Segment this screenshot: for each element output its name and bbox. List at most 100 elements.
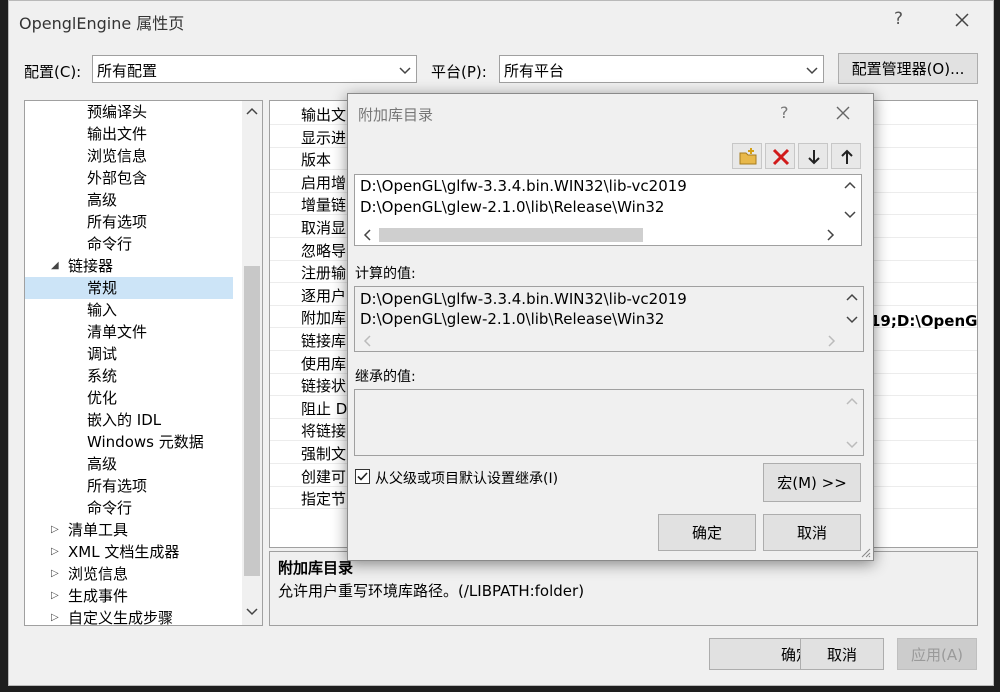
tree-item[interactable]: ▷ 生成事件 — [25, 585, 233, 607]
tree-item-label: 自定义生成步骤 — [68, 609, 174, 626]
tree-item[interactable]: 优化 — [25, 387, 233, 409]
apply-button[interactable]: 应用(A) — [897, 638, 977, 670]
expand-icon[interactable]: ▷ — [51, 585, 65, 607]
tree-item[interactable]: 系统 — [25, 365, 233, 387]
computed-hscrollbar[interactable] — [355, 331, 863, 351]
computed-vscrollbar[interactable] — [843, 289, 861, 329]
tree-item[interactable]: 浏览信息 — [25, 145, 233, 167]
platform-combo[interactable]: 所有平台 — [499, 55, 824, 83]
tree-item-label: 高级 — [87, 455, 118, 473]
delete-line-button[interactable] — [765, 143, 795, 169]
tree-item[interactable]: Windows 元数据 — [25, 431, 233, 453]
dialog-cancel-button[interactable]: 取消 — [763, 514, 861, 551]
inherit-checkbox-label[interactable]: 从父级或项目默认设置继承(I) — [375, 468, 558, 488]
property-name: 取消显 — [301, 219, 347, 237]
property-name: 忽略导 — [301, 241, 347, 260]
inherited-values — [354, 389, 864, 456]
close-button[interactable] — [949, 7, 975, 33]
tree-item[interactable]: 高级 — [25, 189, 233, 211]
tree-item[interactable]: 嵌入的 IDL — [25, 409, 233, 431]
expand-icon[interactable]: ▷ — [51, 519, 65, 541]
property-name: 指定节 — [301, 490, 347, 509]
property-value[interactable]: 19;D:\OpenGL — [870, 312, 977, 330]
tree-item[interactable]: ▷ 自定义生成步骤 — [25, 607, 233, 626]
tree-item-label: 命令行 — [87, 235, 133, 253]
scroll-down-icon — [846, 441, 858, 449]
list-hscrollbar[interactable] — [355, 225, 861, 245]
config-manager-button[interactable]: 配置管理器(O)... — [838, 53, 978, 84]
config-value: 所有配置 — [97, 62, 158, 80]
macro-button[interactable]: 宏(M) >> — [763, 463, 861, 502]
cancel-button[interactable]: 取消 — [800, 638, 884, 670]
tree-item[interactable]: 所有选项 — [25, 475, 233, 497]
scroll-up-icon[interactable] — [246, 106, 258, 118]
chevron-down-icon — [399, 67, 411, 75]
move-up-button[interactable] — [831, 143, 861, 169]
window-title: OpenglEngine 属性页 — [19, 14, 185, 33]
scroll-down-icon[interactable] — [844, 208, 856, 220]
additional-library-dirs-dialog: 附加库目录 ? D:\OpenGL\glfw-3.3.4.bin.WIN32\l… — [347, 93, 874, 561]
help-button[interactable]: ? — [894, 9, 903, 29]
tree-item[interactable]: 高级 — [25, 453, 233, 475]
tree-scroll-thumb[interactable] — [244, 266, 260, 576]
title-bar: OpenglEngine 属性页 ? — [9, 1, 993, 41]
property-name: 启用增 — [301, 173, 347, 192]
property-name: 显示进 — [301, 128, 347, 147]
property-name: 将链接 — [301, 422, 347, 441]
new-line-button[interactable] — [732, 143, 762, 169]
tree-scrollbar[interactable] — [242, 101, 262, 625]
resize-grip-icon[interactable] — [861, 548, 871, 558]
settings-tree: 预编译头 输出文件 浏览信息 外部包含 高级 所有选项 命令行 ◢ 链接器 常规 输入 清单文件 调试系… — [24, 100, 263, 626]
expand-icon[interactable]: ▷ — [51, 607, 65, 625]
list-item[interactable]: D:\OpenGL\glew-2.1.0\lib\Release\Win32 — [360, 198, 664, 216]
tree-item[interactable]: 调试 — [25, 343, 233, 365]
tree-item[interactable]: 预编译头 — [25, 101, 233, 123]
tree-item-label: 链接器 — [68, 257, 114, 275]
list-vscrollbar[interactable] — [841, 177, 859, 225]
scroll-up-icon[interactable] — [846, 292, 858, 304]
close-icon — [955, 13, 969, 27]
tree-item-label: 浏览信息 — [87, 147, 148, 165]
dialog-title: 附加库目录 — [358, 106, 434, 124]
tree-item-label: 浏览信息 — [68, 565, 129, 583]
scroll-left-icon[interactable] — [362, 229, 374, 241]
tree-item-label: 优化 — [87, 389, 118, 407]
tree-item[interactable]: 常规 — [25, 277, 233, 299]
description-title: 附加库目录 — [278, 559, 354, 577]
tree-item[interactable]: 输出文件 — [25, 123, 233, 145]
property-name: 输出文 — [301, 106, 347, 124]
tree-item-label: 命令行 — [87, 499, 133, 517]
platform-value: 所有平台 — [504, 62, 565, 80]
dialog-ok-button[interactable]: 确定 — [658, 514, 756, 551]
scroll-up-icon[interactable] — [844, 180, 856, 192]
dialog-help-button[interactable]: ? — [780, 103, 789, 122]
tree-item[interactable]: 外部包含 — [25, 167, 233, 189]
tree-item[interactable]: 输入 — [25, 299, 233, 321]
property-name: 阻止 D — [301, 399, 348, 418]
config-combo[interactable]: 所有配置 — [92, 55, 417, 83]
move-up-icon — [841, 149, 853, 164]
close-icon — [836, 106, 850, 120]
scroll-right-icon[interactable] — [824, 229, 836, 241]
inherit-checkbox[interactable] — [355, 469, 370, 484]
expand-icon[interactable]: ▷ — [51, 541, 65, 563]
tree-item[interactable]: ◢ 链接器 — [25, 255, 233, 277]
dialog-close-button[interactable] — [832, 102, 854, 124]
directory-list[interactable]: D:\OpenGL\glfw-3.3.4.bin.WIN32\lib-vc201… — [354, 174, 862, 246]
collapse-icon[interactable]: ◢ — [51, 255, 65, 277]
tree-item[interactable]: ▷ 浏览信息 — [25, 563, 233, 585]
tree-item[interactable]: 命令行 — [25, 497, 233, 519]
property-name: 强制文 — [301, 445, 347, 463]
tree-item[interactable]: 清单文件 — [25, 321, 233, 343]
tree-item[interactable]: ▷ 清单工具 — [25, 519, 233, 541]
list-hscroll-thumb[interactable] — [379, 228, 643, 242]
tree-item[interactable]: 命令行 — [25, 233, 233, 255]
platform-label: 平台(P): — [431, 63, 487, 81]
move-down-button[interactable] — [798, 143, 828, 169]
tree-item[interactable]: 所有选项 — [25, 211, 233, 233]
tree-item[interactable]: ▷ XML 文档生成器 — [25, 541, 233, 563]
list-item[interactable]: D:\OpenGL\glfw-3.3.4.bin.WIN32\lib-vc201… — [360, 177, 687, 195]
expand-icon[interactable]: ▷ — [51, 563, 65, 585]
scroll-down-icon[interactable] — [846, 313, 858, 325]
scroll-down-icon[interactable] — [246, 605, 258, 617]
